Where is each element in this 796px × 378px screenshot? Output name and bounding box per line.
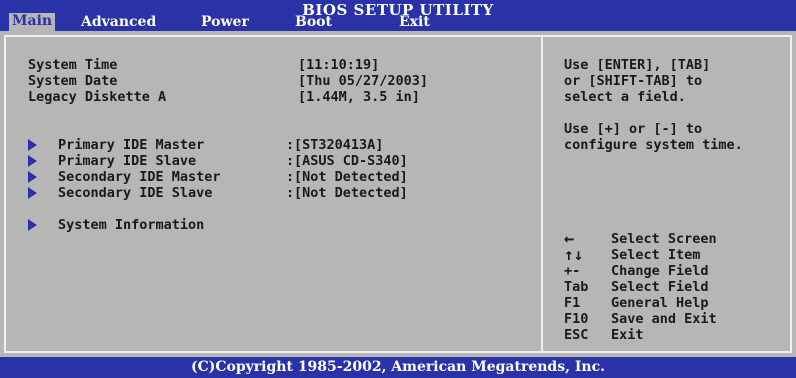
separator: :	[286, 137, 295, 153]
setting-label: System Time	[28, 57, 118, 73]
tab-boot[interactable]: Boot	[295, 14, 332, 30]
key-desc: Select Field	[611, 279, 709, 295]
key-f1: F1	[564, 295, 581, 311]
key-f10: F10	[564, 311, 589, 327]
setting-value[interactable]: [Thu 05/27/2003]	[298, 73, 428, 89]
setting-label: Legacy Diskette A	[28, 89, 167, 105]
key-desc: Change Field	[611, 263, 709, 279]
submenu-arrow-icon	[28, 171, 37, 183]
submenu-value: [ASUS CD-S340]	[294, 153, 408, 169]
setting-legacy-diskette-a[interactable]: Legacy Diskette A [1.44M, 3.5 in]	[28, 89, 420, 137]
key-desc: Save and Exit	[611, 311, 717, 327]
tab-main[interactable]: Main	[9, 13, 56, 31]
submenu-arrow-icon	[28, 155, 37, 167]
key-plus-minus: +-	[564, 263, 581, 279]
copyright-bar: (C)Copyright 1985-2002, American Megatre…	[0, 357, 796, 378]
tab-exit[interactable]: Exit	[399, 14, 430, 30]
help-text-navigation: Use [ENTER], [TAB] or [SHIFT-TAB] to sel…	[564, 57, 711, 105]
submenu-label: Primary IDE Slave	[58, 153, 197, 169]
tab-advanced[interactable]: Advanced	[81, 14, 156, 30]
submenu-label: System Information	[58, 217, 205, 233]
submenu-label: Secondary IDE Slave	[58, 185, 213, 201]
help-text-configure: Use [+] or [-] to configure system time.	[564, 121, 743, 153]
submenu-arrow-icon	[28, 219, 37, 231]
key-desc: General Help	[611, 295, 709, 311]
top-bar: BIOS SETUP UTILITY Main Advanced Power B…	[0, 0, 796, 31]
setting-label: System Date	[28, 73, 118, 89]
separator: :	[286, 185, 295, 201]
separator: :	[286, 153, 295, 169]
submenu-value: [Not Detected]	[294, 185, 408, 201]
submenu-value: [Not Detected]	[294, 169, 408, 185]
submenu-label: Secondary IDE Master	[58, 169, 221, 185]
key-desc: Select Screen	[611, 231, 717, 247]
setting-value[interactable]: [1.44M, 3.5 in]	[298, 89, 420, 105]
separator: :	[286, 169, 295, 185]
setting-value[interactable]: [11:10:19]	[298, 57, 379, 73]
key-desc: Exit	[611, 327, 644, 343]
up-down-arrow-icon: ↑↓	[564, 245, 584, 264]
help-divider	[541, 35, 543, 353]
tab-power[interactable]: Power	[201, 14, 249, 30]
submenu-arrow-icon	[28, 187, 37, 199]
submenu-label: Primary IDE Master	[58, 137, 205, 153]
key-tab: Tab	[564, 279, 589, 295]
submenu-value: [ST320413A]	[294, 137, 384, 153]
key-desc: Select Item	[611, 247, 701, 263]
key-esc: ESC	[564, 327, 589, 343]
submenu-system-information[interactable]: System Information	[28, 217, 204, 265]
submenu-arrow-icon	[28, 139, 37, 151]
